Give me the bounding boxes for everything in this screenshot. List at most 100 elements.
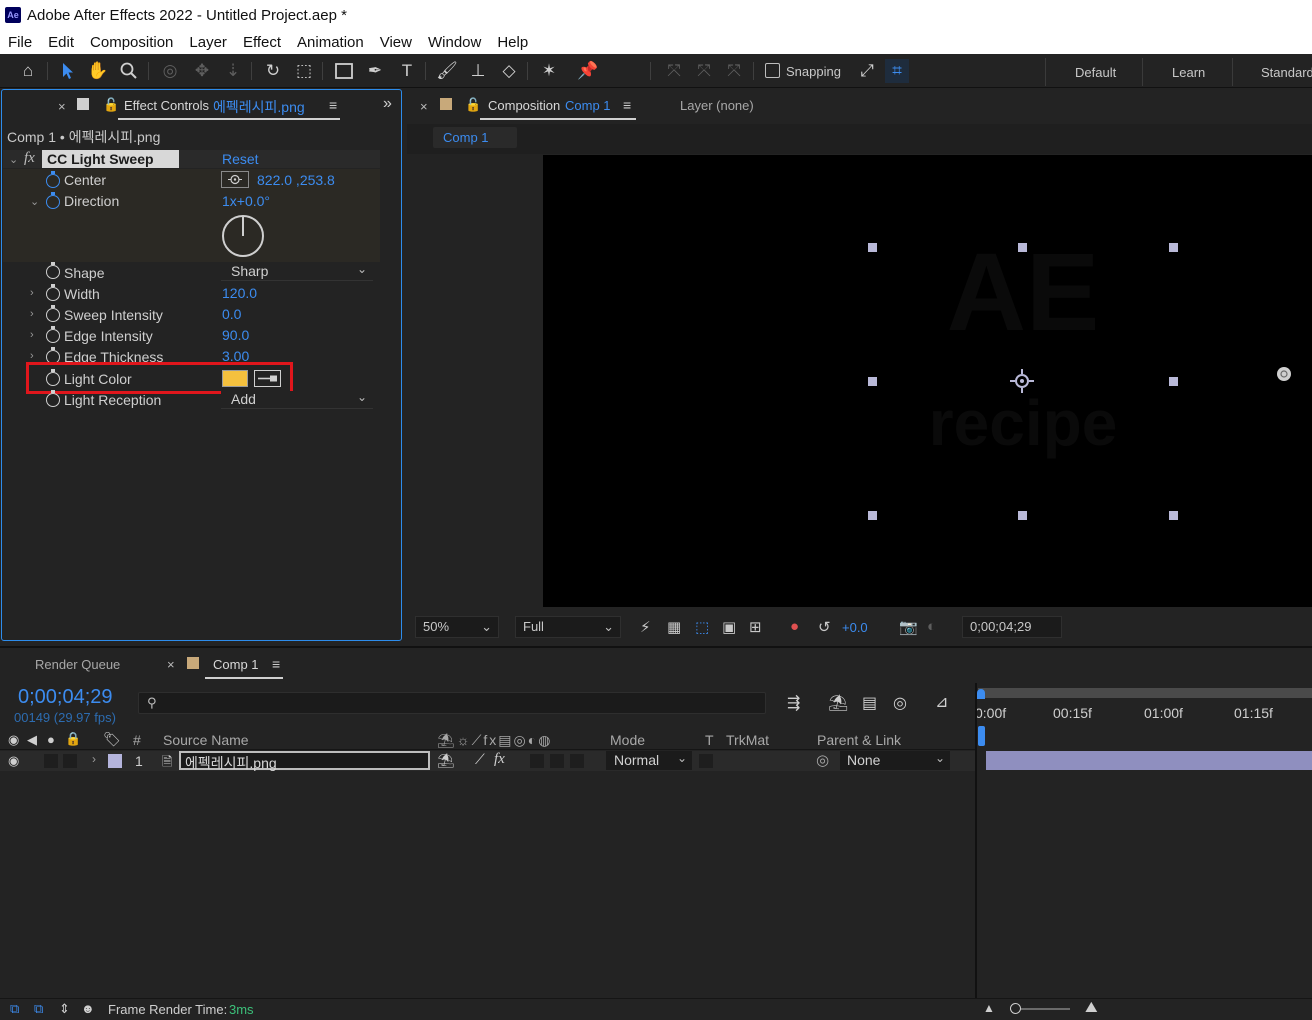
timeline-menu-icon[interactable]: ≡ — [272, 656, 280, 672]
close-composition-icon[interactable]: × — [420, 99, 428, 114]
resolution-dropdown[interactable]: Full ⌄ — [515, 616, 621, 638]
workspace-default[interactable]: Default — [1075, 65, 1116, 80]
render-queue-tab[interactable]: Render Queue — [35, 657, 120, 672]
rectangle-tool-icon[interactable] — [332, 59, 356, 83]
brush-tool-icon[interactable]: 🖌 — [435, 59, 459, 83]
layer-solo-box[interactable] — [44, 754, 58, 768]
show-snapshot-icon[interactable]: ◐ — [927, 618, 936, 635]
render-time-icon[interactable]: ☻ — [81, 1001, 95, 1016]
light-reception-dropdown[interactable]: Add ⌄ — [221, 390, 373, 409]
snap-edges-icon[interactable]: ⤢ — [855, 59, 879, 83]
transform-handle[interactable] — [868, 511, 877, 520]
width-stopwatch-icon[interactable] — [46, 284, 60, 301]
menu-window[interactable]: Window — [420, 34, 489, 51]
timeline-comp-tab[interactable]: Comp 1 — [213, 657, 259, 672]
toggle-switches-icon[interactable]: ⧉ — [10, 1001, 19, 1017]
more-panels-icon[interactable]: » — [383, 95, 392, 113]
parent-dropdown[interactable]: None ⌄ — [840, 751, 950, 770]
transform-handle[interactable] — [1018, 243, 1027, 252]
hand-tool-icon[interactable]: ✋ — [86, 59, 110, 83]
toggle-modes-icon[interactable]: ⧉ — [34, 1001, 43, 1017]
reset-link[interactable]: Reset — [222, 151, 259, 167]
home-icon[interactable]: ⌂ — [16, 59, 40, 83]
menu-file[interactable]: File — [0, 34, 40, 51]
transform-handle[interactable] — [1018, 511, 1027, 520]
mode-dropdown[interactable]: Normal ⌄ — [606, 751, 692, 770]
menu-edit[interactable]: Edit — [40, 34, 82, 51]
preserve-transparency-box[interactable] — [699, 754, 713, 768]
layer-duration-bar[interactable] — [986, 751, 1312, 770]
menu-effect[interactable]: Effect — [235, 34, 289, 51]
type-tool-icon[interactable]: T — [395, 59, 419, 83]
center-value[interactable]: 822.0 ,253.8 — [257, 172, 335, 188]
snapshot-camera-icon[interactable]: 📷 — [899, 618, 918, 636]
light-center-point-icon[interactable] — [1276, 366, 1292, 385]
roto-brush-tool-icon[interactable]: ✶ — [537, 59, 561, 83]
current-time-indicator[interactable] — [978, 726, 985, 746]
sweep-intensity-value[interactable]: 0.0 — [222, 306, 241, 322]
transform-handle[interactable] — [1169, 511, 1178, 520]
workspace-learn[interactable]: Learn — [1172, 65, 1205, 80]
snapping-checkbox[interactable] — [765, 63, 780, 78]
rotation-tool-icon[interactable]: ↻ — [261, 59, 285, 83]
selection-tool-icon[interactable] — [56, 59, 80, 83]
width-twirl-icon[interactable]: › — [30, 287, 34, 299]
transparency-grid-icon[interactable]: ▦ — [667, 618, 681, 636]
effect-name[interactable]: CC Light Sweep — [47, 151, 154, 167]
exposure-value[interactable]: +0.0 — [842, 620, 868, 635]
orbit-camera-icon[interactable]: ◎ — [158, 59, 182, 83]
shape-stopwatch-icon[interactable] — [46, 262, 60, 279]
close-timeline-icon[interactable]: × — [167, 657, 175, 672]
work-area-bar[interactable] — [978, 688, 1312, 698]
transform-handle[interactable] — [1169, 243, 1178, 252]
frame-blending-icon[interactable]: ▤ — [862, 693, 877, 713]
menu-help[interactable]: Help — [489, 34, 536, 51]
zoom-dropdown[interactable]: 50% ⌄ — [415, 616, 499, 638]
transform-handle[interactable] — [868, 243, 877, 252]
composition-viewer[interactable]: AE recipe — [543, 155, 1312, 607]
layer-label-color[interactable] — [108, 754, 122, 768]
effect-controls-tab-label[interactable]: Effect Controls — [124, 98, 209, 113]
zoom-out-icon[interactable]: ▲ — [983, 1001, 995, 1015]
menu-composition[interactable]: Composition — [82, 34, 181, 51]
menu-view[interactable]: View — [372, 34, 420, 51]
graph-editor-icon[interactable]: ⊿ — [935, 692, 948, 712]
reset-exposure-icon[interactable]: ↺ — [818, 618, 831, 636]
local-axis-icon[interactable]: ⤧ — [662, 59, 686, 83]
work-area-start-handle[interactable] — [977, 689, 985, 699]
composition-tab-label[interactable]: Composition — [488, 98, 560, 113]
current-time-display[interactable]: 0;00;04;29 — [18, 686, 113, 709]
zoom-in-icon[interactable]: ⛰ — [1085, 999, 1098, 1016]
comp-panel-menu-icon[interactable]: ≡ — [623, 97, 631, 113]
layer-visibility-icon[interactable]: ◉ — [8, 753, 19, 769]
transform-handle[interactable] — [868, 377, 877, 386]
guides-grid-icon[interactable]: ⊞ — [749, 618, 762, 636]
label-tag-icon[interactable]: 🏷 — [103, 731, 121, 748]
direction-value[interactable]: 1x+0.0° — [222, 193, 270, 209]
sweep-intensity-stopwatch-icon[interactable] — [46, 305, 60, 322]
puppet-pin-tool-icon[interactable]: 📌 — [576, 59, 600, 83]
pick-whip-icon[interactable]: ◎ — [816, 751, 829, 769]
column-mode[interactable]: Mode — [610, 732, 645, 748]
lock-icon[interactable]: 🔓 — [103, 97, 119, 113]
solo-icon[interactable]: ● — [47, 732, 55, 747]
column-source-name[interactable]: Source Name — [163, 732, 249, 748]
center-stopwatch-icon[interactable] — [46, 171, 60, 188]
quality-switch-icon[interactable]: ⟋ — [475, 751, 485, 768]
video-toggle-icon[interactable]: ◉ — [8, 732, 19, 748]
snap-features-icon[interactable]: ⌗ — [885, 59, 909, 83]
pan-behind-tool-icon[interactable]: ⬚ — [292, 59, 316, 83]
pen-tool-icon[interactable]: ✒ — [363, 59, 387, 83]
region-of-interest-icon[interactable]: ▣ — [722, 618, 736, 636]
direction-stopwatch-icon[interactable] — [46, 192, 60, 209]
toggle-in-out-icon[interactable]: ⇕ — [59, 1001, 70, 1017]
workspace-standard[interactable]: Standard — [1261, 65, 1312, 80]
menu-animation[interactable]: Animation — [289, 34, 372, 51]
layer-twirl-icon[interactable]: › — [92, 752, 96, 766]
composition-tab-comp[interactable]: Comp 1 — [565, 98, 611, 113]
panel-menu-icon[interactable]: ≡ — [329, 97, 337, 113]
motion-blur-icon[interactable]: ◎ — [893, 693, 907, 713]
timeline-zoom-knob[interactable] — [1010, 1003, 1021, 1014]
fx-icon[interactable]: fx — [24, 150, 35, 167]
width-value[interactable]: 120.0 — [222, 285, 257, 301]
